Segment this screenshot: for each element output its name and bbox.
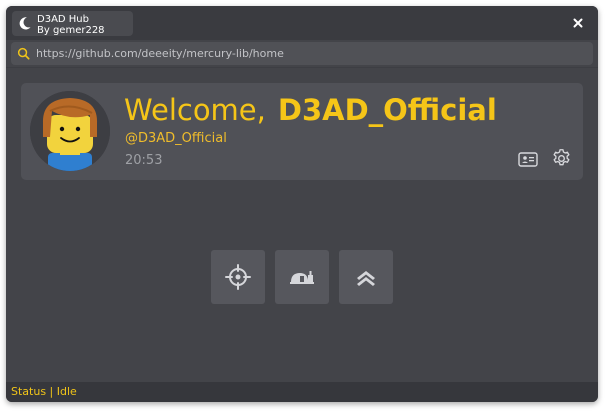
clock-time: 20:53	[125, 153, 163, 168]
avatar	[30, 91, 110, 171]
status-text: Status | Idle	[11, 385, 77, 398]
username: D3AD_Official	[277, 93, 497, 127]
teleport-button[interactable]	[275, 250, 329, 304]
title-bar[interactable]: D3AD Hub By gemer228	[6, 6, 598, 40]
profile-card: Welcome, D3AD_Official @D3AD_Official 20:…	[21, 83, 583, 180]
teleport-icon	[290, 271, 314, 284]
crosshair-icon	[225, 264, 251, 290]
close-icon	[573, 18, 583, 28]
brand-subtitle: By gemer228	[37, 25, 105, 36]
user-handle: @D3AD_Official	[125, 131, 227, 146]
welcome-heading: Welcome, D3AD_Official	[124, 91, 497, 129]
url-input[interactable]: https://github.com/deeeity/mercury-lib/h…	[36, 42, 284, 65]
id-card-icon[interactable]	[518, 151, 538, 168]
chevrons-up-icon	[357, 271, 375, 286]
brand-badge: D3AD Hub By gemer228	[12, 11, 133, 36]
url-search-bar[interactable]: https://github.com/deeeity/mercury-lib/h…	[11, 42, 593, 65]
hub-window: D3AD Hub By gemer228 https://github.com/…	[6, 6, 598, 402]
brand-title: D3AD Hub	[37, 14, 89, 25]
aimbot-button[interactable]	[211, 250, 265, 304]
close-button[interactable]	[570, 15, 586, 31]
status-bar: Status | Idle	[6, 382, 598, 402]
welcome-label: Welcome,	[124, 93, 266, 127]
divider	[6, 67, 598, 68]
search-icon	[17, 47, 30, 60]
gear-icon[interactable]	[551, 148, 572, 169]
moon-icon	[19, 17, 31, 30]
speed-button[interactable]	[339, 250, 393, 304]
